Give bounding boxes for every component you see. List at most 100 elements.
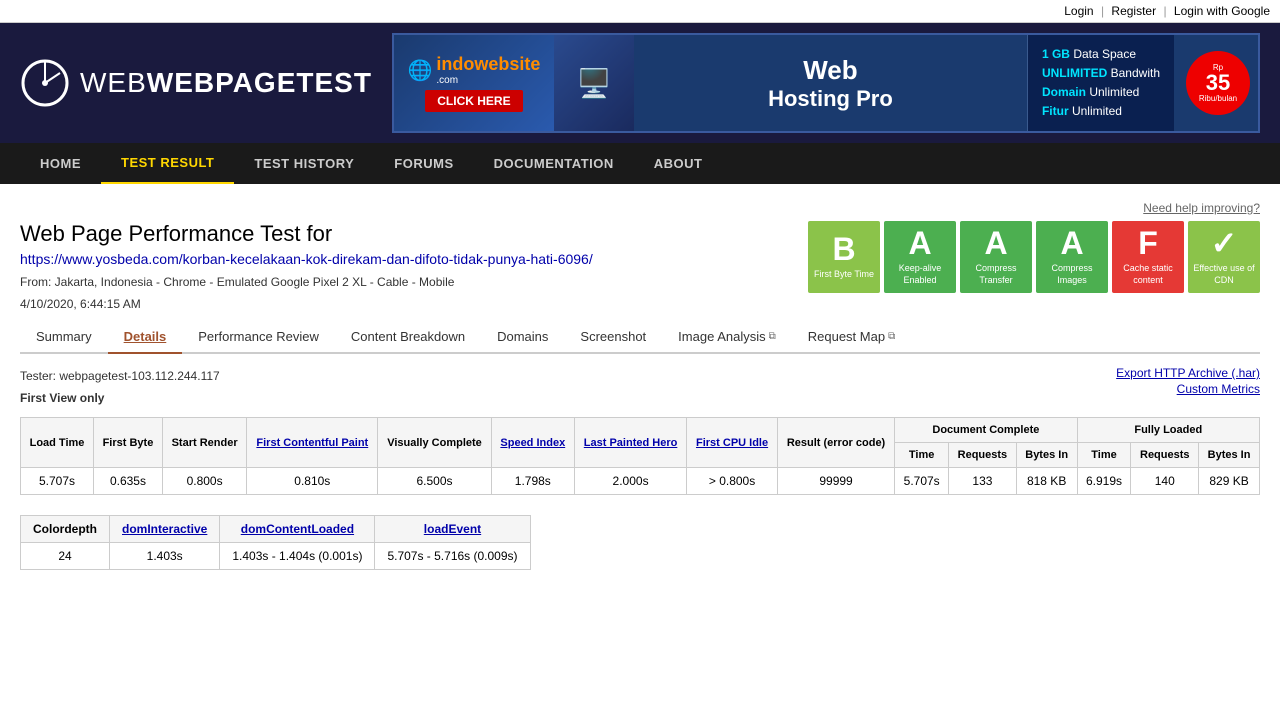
val-colordepth: 24 [21, 543, 110, 570]
export-har-link[interactable]: Export HTTP Archive (.har) [1116, 366, 1260, 380]
val-fcp: 0.810s [247, 468, 378, 495]
grade-cdn: ✓ Effective use of CDN [1188, 221, 1260, 293]
val-start-render: 0.800s [162, 468, 246, 495]
col-dom-content-loaded: domContentLoaded [220, 516, 375, 543]
val-doc-requests: 133 [949, 468, 1017, 495]
banner-mid: Web Hosting Pro [634, 55, 1027, 112]
sep2: | [1163, 4, 1166, 18]
tab-summary[interactable]: Summary [20, 321, 108, 354]
col-colordepth: Colordepth [21, 516, 110, 543]
grade-letter-a2: A [984, 227, 1007, 259]
col-speed-index: Speed Index [491, 418, 574, 468]
grade-label-cache-static: Cache static content [1112, 263, 1184, 286]
col-fully-loaded: Fully Loaded [1077, 418, 1259, 443]
banner-left: 🌐 indowebsite .com CLICK HERE [394, 35, 554, 131]
metrics-table: Colordepth domInteractive domContentLoad… [20, 515, 531, 570]
val-result: 99999 [777, 468, 894, 495]
tester-text: Tester: webpagetest-103.112.244.117 [20, 366, 220, 388]
logo-text: WEBWEBPAGETEST [80, 67, 372, 99]
ext-icon-image-analysis: ⧉ [769, 331, 776, 342]
val-full-time: 6.919s [1077, 468, 1131, 495]
tab-screenshot[interactable]: Screenshot [564, 321, 662, 354]
custom-metrics-link[interactable]: Custom Metrics [1116, 382, 1260, 396]
nav-test-result[interactable]: TEST RESULT [101, 143, 234, 184]
tab-content-breakdown[interactable]: Content Breakdown [335, 321, 481, 354]
val-full-bytes: 829 KB [1199, 468, 1260, 495]
grade-label-cdn: Effective use of CDN [1188, 263, 1260, 286]
grade-compress-transfer: A Compress Transfer [960, 221, 1032, 293]
grade-letter-a3: A [1060, 227, 1083, 259]
login-google-link[interactable]: Login with Google [1174, 4, 1270, 18]
val-doc-bytes: 818 KB [1016, 468, 1077, 495]
grades: B First Byte Time A Keep-alive Enabled A… [808, 221, 1260, 293]
col-visually-complete: Visually Complete [378, 418, 491, 468]
top-bar: Login | Register | Login with Google [0, 0, 1280, 23]
col-doc-requests: Requests [949, 443, 1017, 468]
need-help: Need help improving? [20, 200, 1260, 215]
banner-server-image: 🖥️ [554, 35, 634, 131]
grade-label-keepalive: Keep-alive Enabled [884, 263, 956, 286]
col-load-time: Load Time [21, 418, 94, 468]
tabs-bar: Summary Details Performance Review Conte… [20, 321, 1260, 354]
banner-price-badge: Rp 35 Ribu/bulan [1186, 51, 1250, 115]
banner-hosting-title: Web [803, 55, 857, 86]
val-full-requests: 140 [1131, 468, 1199, 495]
sep1: | [1101, 4, 1104, 18]
nav-forums[interactable]: FORUMS [374, 144, 473, 183]
ext-icon-request-map: ⧉ [888, 331, 895, 342]
info-bar: Tester: webpagetest-103.112.244.117 Firs… [20, 362, 1260, 417]
grade-keepalive: A Keep-alive Enabled [884, 221, 956, 293]
results-table-wrap: Load Time First Byte Start Render First … [20, 417, 1260, 495]
col-doc-bytes: Bytes In [1016, 443, 1077, 468]
view-text: First View only [20, 388, 220, 410]
col-start-render: Start Render [162, 418, 246, 468]
banner-features: 1 GB Data Space UNLIMITED Bandwith Domai… [1027, 35, 1174, 131]
results-table: Load Time First Byte Start Render First … [20, 417, 1260, 495]
nav-test-history[interactable]: TEST HISTORY [234, 144, 374, 183]
tab-image-analysis[interactable]: Image Analysis ⧉ [662, 321, 792, 354]
nav-about[interactable]: ABOUT [634, 144, 723, 183]
val-doc-time: 5.707s [895, 468, 949, 495]
col-doc-complete: Document Complete [895, 418, 1077, 443]
tab-performance-review[interactable]: Performance Review [182, 321, 335, 354]
grade-cache-static: F Cache static content [1112, 221, 1184, 293]
main-nav: HOME TEST RESULT TEST HISTORY FORUMS DOC… [0, 143, 1280, 184]
grade-letter-f: F [1138, 227, 1158, 259]
grade-compress-images: A Compress Images [1036, 221, 1108, 293]
export-links: Export HTTP Archive (.har) Custom Metric… [1116, 366, 1260, 409]
val-last-painted-hero: 2.000s [574, 468, 686, 495]
header: WEBWEBPAGETEST 🌐 indowebsite .com CLICK … [0, 23, 1280, 143]
nav-home[interactable]: HOME [20, 144, 101, 183]
tab-details[interactable]: Details [108, 321, 183, 354]
grade-label-compress-images: Compress Images [1036, 263, 1108, 286]
col-full-time: Time [1077, 443, 1131, 468]
grade-letter-a1: A [908, 227, 931, 259]
nav-documentation[interactable]: DOCUMENTATION [474, 144, 634, 183]
val-first-byte: 0.635s [94, 468, 163, 495]
val-first-cpu-idle: > 0.800s [687, 468, 778, 495]
col-dom-interactive: domInteractive [110, 516, 220, 543]
login-link[interactable]: Login [1064, 4, 1093, 18]
col-last-painted-hero: Last Painted Hero [574, 418, 686, 468]
from-line: From: Jakarta, Indonesia - Chrome - Emul… [20, 275, 593, 289]
grade-first-byte-time: B First Byte Time [808, 221, 880, 293]
logo-icon [20, 58, 70, 108]
perf-title-section: Web Page Performance Test for https://ww… [20, 221, 593, 311]
tab-domains[interactable]: Domains [481, 321, 564, 354]
col-result: Result (error code) [777, 418, 894, 468]
val-dom-content-loaded: 1.403s - 1.404s (0.001s) [220, 543, 375, 570]
val-load-time: 5.707s [21, 468, 94, 495]
banner-click-here[interactable]: CLICK HERE [425, 90, 522, 112]
col-full-bytes: Bytes In [1199, 443, 1260, 468]
logo-area: WEBWEBPAGETEST [20, 58, 372, 108]
grade-letter-check: ✓ [1211, 227, 1238, 259]
val-dom-interactive: 1.403s [110, 543, 220, 570]
need-help-link[interactable]: Need help improving? [1143, 201, 1260, 215]
banner-ad[interactable]: 🌐 indowebsite .com CLICK HERE 🖥️ Web Hos… [392, 33, 1260, 133]
register-link[interactable]: Register [1111, 4, 1156, 18]
grade-label-first-byte: First Byte Time [814, 269, 874, 281]
col-first-cpu-idle: First CPU Idle [687, 418, 778, 468]
tab-request-map[interactable]: Request Map ⧉ [792, 321, 911, 354]
test-url-link[interactable]: https://www.yosbeda.com/korban-kecelakaa… [20, 251, 593, 267]
performance-header: Web Page Performance Test for https://ww… [20, 221, 1260, 311]
